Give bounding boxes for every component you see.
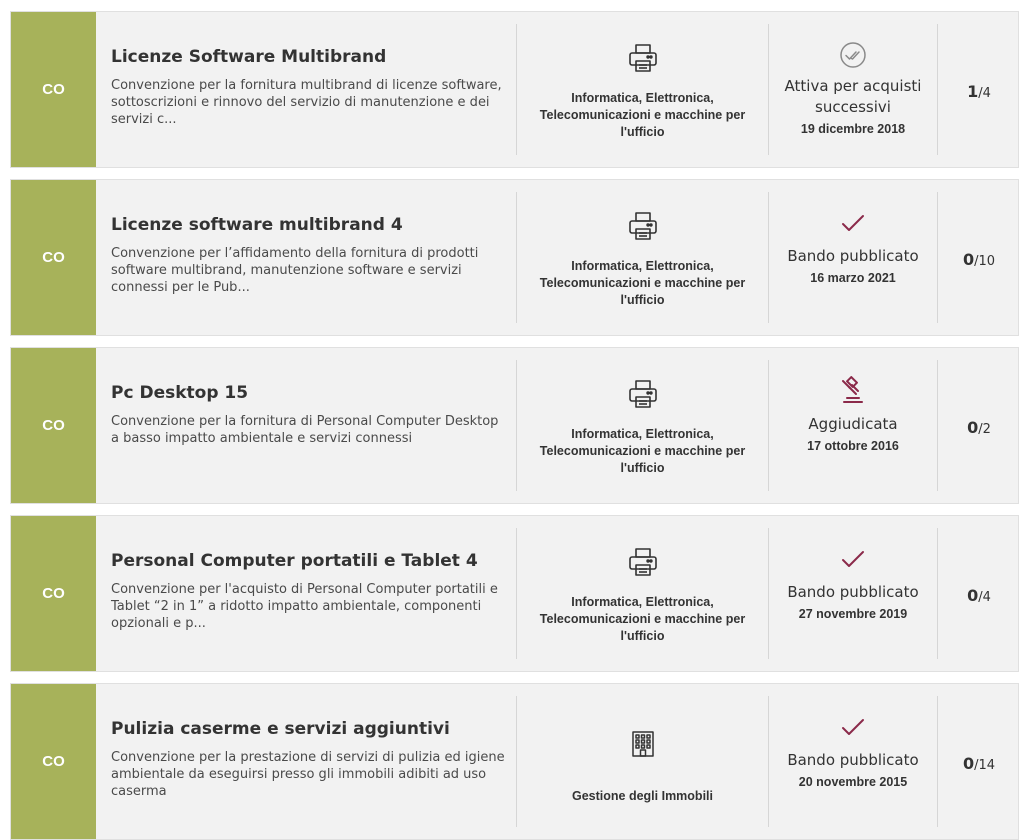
item-description: Convenzione per la fornitura di Personal… [111,414,499,446]
lot-count: 0/14 [938,754,1020,773]
type-badge: CO [11,180,96,335]
status-label: Bando pubblicato [787,247,919,265]
item-category: Gestione degli Immobili [517,684,768,839]
count-total: /14 [974,758,996,773]
item-description: Convenzione per la fornitura multibrand … [111,78,502,127]
gavel-icon [838,376,868,406]
printer-icon [627,40,659,76]
status-date: 20 novembre 2015 [798,775,908,789]
category-label: Informatica, Elettronica, Telecomunicazi… [539,259,746,307]
item-description: Convenzione per la prestazione di serviz… [111,750,505,799]
convention-list: CO Licenze Software Multibrand Convenzio… [0,0,1020,840]
status-label: Attiva per acquisti successivi [784,77,922,116]
check-icon [840,712,866,742]
item-category: Informatica, Elettronica, Telecomunicazi… [517,516,768,671]
item-status: Bando pubblicato 20 novembre 2015 [769,684,937,839]
printer-icon [627,376,659,412]
category-label: Informatica, Elettronica, Telecomunicazi… [539,91,746,139]
item-status: Bando pubblicato 27 novembre 2019 [769,516,937,671]
status-date: 19 dicembre 2018 [800,122,906,136]
count-total: /10 [974,254,996,269]
count-total: /2 [978,422,991,437]
status-label: Bando pubblicato [787,751,919,769]
lot-count: 0/4 [938,586,1020,605]
item-title[interactable]: Licenze software multibrand 4 [111,214,506,236]
item-status: Bando pubblicato 16 marzo 2021 [769,180,937,335]
lot-count: 0/10 [938,250,1020,269]
item-description: Convenzione per l'acquisto di Personal C… [111,582,498,631]
count-value: 0 [962,250,975,269]
category-label: Informatica, Elettronica, Telecomunicazi… [539,427,746,475]
count-value: 0 [967,586,979,605]
item-status: Attiva per acquisti successivi 19 dicemb… [769,12,937,167]
item-description: Convenzione per l’affidamento della forn… [111,246,479,295]
count-total: /4 [978,86,991,101]
count-value: 1 [967,82,979,101]
list-item[interactable]: CO Licenze software multibrand 4 Convenz… [10,179,1019,336]
item-info: Licenze software multibrand 4 Convenzion… [111,214,506,296]
item-title[interactable]: Personal Computer portatili e Tablet 4 [111,550,506,572]
item-category: Informatica, Elettronica, Telecomunicazi… [517,180,768,335]
item-title[interactable]: Pulizia caserme e servizi aggiuntivi [111,718,506,740]
printer-icon [627,208,659,244]
check-icon [840,208,866,238]
type-badge: CO [11,12,96,167]
lot-count: 0/2 [938,418,1020,437]
status-date: 16 marzo 2021 [810,271,896,285]
status-label: Aggiudicata [808,415,898,433]
count-value: 0 [962,754,975,773]
list-item[interactable]: CO Pulizia caserme e servizi aggiuntivi … [10,683,1019,840]
status-label: Bando pubblicato [787,583,919,601]
item-info: Licenze Software Multibrand Convenzione … [111,46,506,128]
building-icon [631,726,655,762]
status-date: 17 ottobre 2016 [807,439,899,453]
check-icon [840,544,866,574]
list-item[interactable]: CO Pc Desktop 15 Convenzione per la forn… [10,347,1019,504]
type-badge: CO [11,348,96,503]
item-title[interactable]: Pc Desktop 15 [111,382,506,404]
item-title[interactable]: Licenze Software Multibrand [111,46,506,68]
item-info: Pulizia caserme e servizi aggiuntivi Con… [111,718,506,800]
item-category: Informatica, Elettronica, Telecomunicazi… [517,12,768,167]
printer-icon [627,544,659,580]
double-check-circle-icon [839,40,867,70]
item-info: Personal Computer portatili e Tablet 4 C… [111,550,506,632]
type-badge: CO [11,516,96,671]
type-badge: CO [11,684,96,839]
count-value: 0 [967,418,979,437]
item-status: Aggiudicata 17 ottobre 2016 [769,348,937,503]
category-label: Gestione degli Immobili [572,789,713,803]
status-date: 27 novembre 2019 [798,607,908,621]
list-item[interactable]: CO Personal Computer portatili e Tablet … [10,515,1019,672]
category-label: Informatica, Elettronica, Telecomunicazi… [539,595,746,643]
item-info: Pc Desktop 15 Convenzione per la fornitu… [111,382,506,447]
item-category: Informatica, Elettronica, Telecomunicazi… [517,348,768,503]
count-total: /4 [978,590,991,605]
lot-count: 1/4 [938,82,1020,101]
list-item[interactable]: CO Licenze Software Multibrand Convenzio… [10,11,1019,168]
